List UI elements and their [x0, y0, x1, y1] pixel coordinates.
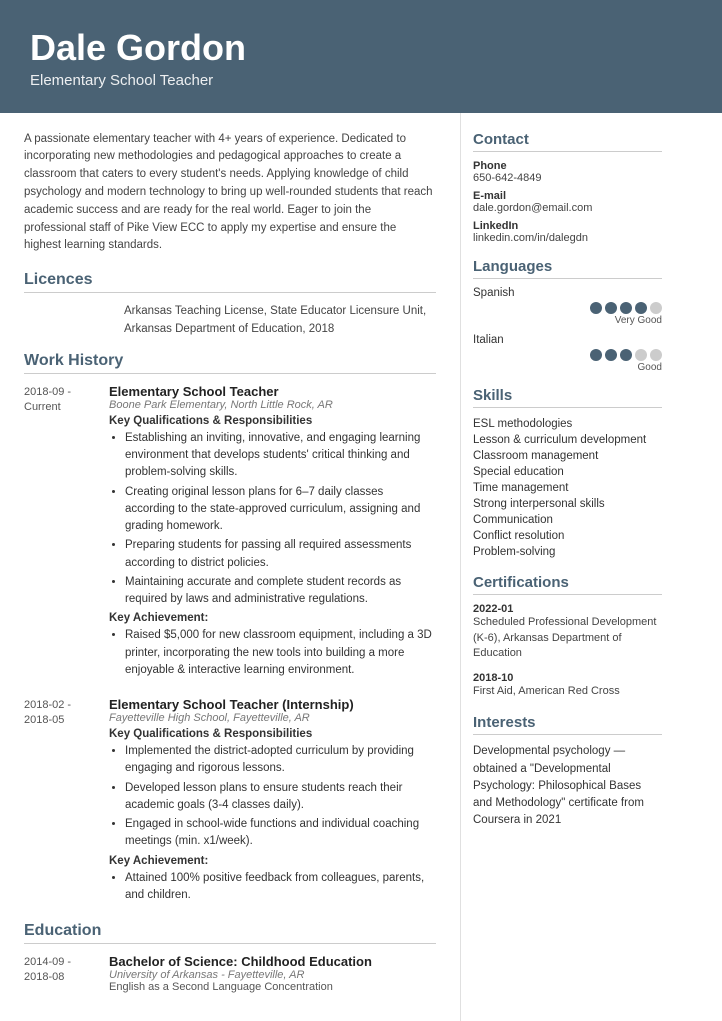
phone-label: Phone — [473, 160, 662, 172]
lang-dots-spanish — [473, 302, 662, 314]
edu-school-1: University of Arkansas - Fayetteville, A… — [109, 969, 372, 981]
skills-list: ESL methodologiesLesson & curriculum dev… — [473, 416, 662, 560]
work-entry-2: 2018-02 - 2018-05 Elementary School Teac… — [24, 697, 436, 908]
skill-item: Special education — [473, 464, 662, 480]
dot-2 — [605, 302, 617, 314]
work-date-2: 2018-02 - 2018-05 — [24, 697, 109, 908]
interests-text: Developmental psychology —obtained a "De… — [473, 743, 662, 829]
dot-5 — [650, 349, 662, 361]
lang-name-spanish: Spanish — [473, 287, 662, 299]
email-value: dale.gordon@email.com — [473, 202, 662, 214]
lang-name-italian: Italian — [473, 334, 662, 346]
achievement-bullets-1: Raised $5,000 for new classroom equipmen… — [109, 627, 436, 679]
bullet-item: Maintaining accurate and complete studen… — [125, 574, 436, 609]
cert-desc-2: First Aid, American Red Cross — [473, 684, 662, 700]
content-wrapper: A passionate elementary teacher with 4+ … — [0, 113, 722, 1021]
work-entry-1: 2018-09 - Current Elementary School Teac… — [24, 384, 436, 683]
interests-section-title: Interests — [473, 714, 662, 735]
edu-detail-1: Bachelor of Science: Childhood Education… — [109, 954, 372, 993]
cert-date-2: 2018-10 — [473, 672, 662, 684]
work-history-section-title: Work History — [24, 352, 436, 374]
dot-5 — [650, 302, 662, 314]
edu-degree-1: Bachelor of Science: Childhood Education — [109, 954, 372, 969]
edu-entry-1: 2014-09 - 2018-08 Bachelor of Science: C… — [24, 954, 436, 993]
lang-level-spanish: Very Good — [473, 315, 662, 326]
bullet-item: Implemented the district-adopted curricu… — [125, 743, 436, 778]
languages-section-title: Languages — [473, 258, 662, 279]
work-date-1: 2018-09 - Current — [24, 384, 109, 683]
skill-item: Problem-solving — [473, 544, 662, 560]
achievement-label-1: Key Achievement: — [109, 612, 436, 624]
bullet-item: Developed lesson plans to ensure student… — [125, 780, 436, 815]
dot-3 — [620, 349, 632, 361]
skill-item: Lesson & curriculum development — [473, 432, 662, 448]
cert-entry-1: 2022-01 Scheduled Professional Developme… — [473, 603, 662, 663]
work-detail-1: Elementary School Teacher Boone Park Ele… — [109, 384, 436, 683]
work-detail-2: Elementary School Teacher (Internship) F… — [109, 697, 436, 908]
cert-entry-2: 2018-10 First Aid, American Red Cross — [473, 672, 662, 700]
edu-date-1: 2014-09 - 2018-08 — [24, 954, 109, 993]
skill-item: Strong interpersonal skills — [473, 496, 662, 512]
email-label: E-mail — [473, 190, 662, 202]
skill-item: Classroom management — [473, 448, 662, 464]
lang-dots-italian — [473, 349, 662, 361]
bullet-item: Engaged in school-wide functions and ind… — [125, 816, 436, 851]
achievement-bullets-2: Attained 100% positive feedback from col… — [109, 870, 436, 905]
candidate-name: Dale Gordon — [30, 28, 692, 68]
skill-item: Communication — [473, 512, 662, 528]
dot-2 — [605, 349, 617, 361]
bullet-item: Preparing students for passing all requi… — [125, 537, 436, 572]
language-spanish: Spanish Very Good — [473, 287, 662, 326]
skill-item: Conflict resolution — [473, 528, 662, 544]
achievement-item: Raised $5,000 for new classroom equipmen… — [125, 627, 436, 679]
edu-concentration-1: English as a Second Language Concentrati… — [109, 981, 372, 993]
skill-item: ESL methodologies — [473, 416, 662, 432]
main-column: A passionate elementary teacher with 4+ … — [0, 113, 460, 1021]
job-org-2: Fayetteville High School, Fayetteville, … — [109, 712, 436, 724]
summary-text: A passionate elementary teacher with 4+ … — [24, 131, 436, 256]
candidate-title: Elementary School Teacher — [30, 72, 692, 89]
bullets-1: Establishing an inviting, innovative, an… — [109, 430, 436, 609]
language-italian: Italian Good — [473, 334, 662, 373]
skill-item: Time management — [473, 480, 662, 496]
dot-1 — [590, 349, 602, 361]
resume-header: Dale Gordon Elementary School Teacher — [0, 0, 722, 113]
cert-desc-1: Scheduled Professional Development (K-6)… — [473, 615, 662, 663]
dot-3 — [620, 302, 632, 314]
dot-4 — [635, 302, 647, 314]
job-title-2: Elementary School Teacher (Internship) — [109, 697, 436, 712]
bullets-2: Implemented the district-adopted curricu… — [109, 743, 436, 851]
side-column: Contact Phone 650-642-4849 E-mail dale.g… — [460, 113, 680, 1021]
dot-1 — [590, 302, 602, 314]
licence-text: Arkansas Teaching License, State Educato… — [124, 303, 436, 338]
linkedin-label: LinkedIn — [473, 220, 662, 232]
dot-4 — [635, 349, 647, 361]
licences-section-title: Licences — [24, 271, 436, 293]
certifications-section-title: Certifications — [473, 574, 662, 595]
job-org-1: Boone Park Elementary, North Little Rock… — [109, 399, 436, 411]
kq-label-1: Key Qualifications & Responsibilities — [109, 415, 436, 427]
job-title-1: Elementary School Teacher — [109, 384, 436, 399]
kq-label-2: Key Qualifications & Responsibilities — [109, 728, 436, 740]
skills-section-title: Skills — [473, 387, 662, 408]
lang-level-italian: Good — [473, 362, 662, 373]
phone-value: 650-642-4849 — [473, 172, 662, 184]
education-section-title: Education — [24, 922, 436, 944]
achievement-label-2: Key Achievement: — [109, 855, 436, 867]
linkedin-value: linkedin.com/in/dalegdn — [473, 232, 662, 244]
bullet-item: Creating original lesson plans for 6–7 d… — [125, 484, 436, 536]
cert-date-1: 2022-01 — [473, 603, 662, 615]
contact-section-title: Contact — [473, 131, 662, 152]
bullet-item: Establishing an inviting, innovative, an… — [125, 430, 436, 482]
achievement-item: Attained 100% positive feedback from col… — [125, 870, 436, 905]
